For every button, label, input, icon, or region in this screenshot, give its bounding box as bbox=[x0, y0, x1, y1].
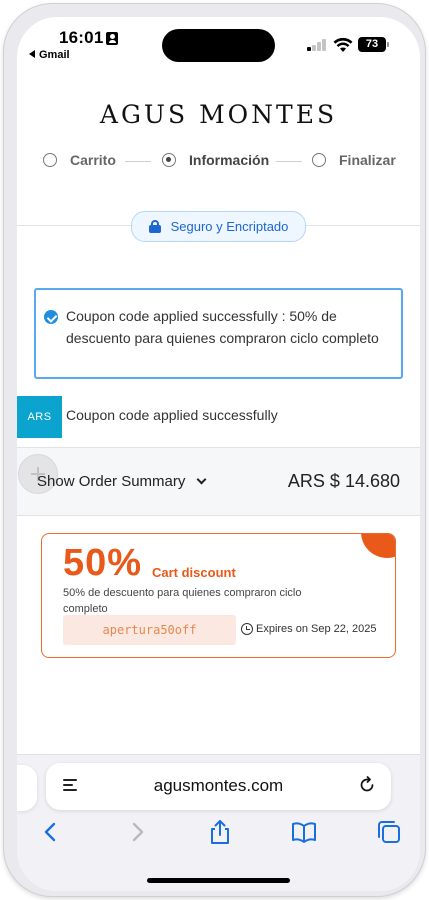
coupon-expiry-text: Expires on Sep 22, 2025 bbox=[256, 623, 377, 635]
step-carrito[interactable]: Carrito bbox=[43, 152, 116, 168]
radio-icon bbox=[43, 153, 57, 167]
radio-icon bbox=[312, 153, 326, 167]
step-finalizar: Finalizar bbox=[312, 152, 396, 168]
battery-indicator: 73 bbox=[358, 37, 389, 52]
reload-icon[interactable] bbox=[358, 776, 376, 794]
secure-badge-label: Seguro y Encriptado bbox=[170, 219, 289, 234]
coupon-card: 50% Cart discount 50% de descuento para … bbox=[41, 533, 396, 658]
address-bar[interactable]: agusmontes.com bbox=[46, 763, 391, 810]
dynamic-island bbox=[162, 29, 275, 62]
bookmarks-icon[interactable] bbox=[290, 818, 318, 846]
coupon-percent: 50% bbox=[63, 542, 143, 584]
url-text[interactable]: agusmontes.com bbox=[46, 776, 391, 796]
radio-selected-icon bbox=[162, 153, 176, 167]
step-label: Finalizar bbox=[339, 152, 396, 168]
order-summary-toggle[interactable]: Show Order Summary bbox=[37, 473, 207, 490]
order-summary-bar[interactable]: Show Order Summary ARS $ 14.680 bbox=[17, 447, 420, 516]
clock-icon bbox=[241, 623, 253, 635]
coupon-success-message: Coupon code applied successfully : 50% d… bbox=[66, 308, 379, 346]
back-to-app-link[interactable]: Gmail bbox=[29, 49, 70, 61]
order-summary-label: Show Order Summary bbox=[37, 473, 186, 490]
coupon-corner-decoration bbox=[361, 534, 395, 558]
cellular-signal-icon bbox=[307, 39, 327, 51]
currency-coupon-row: ARS Coupon code applied successfully bbox=[17, 396, 420, 438]
contact-card-icon bbox=[106, 32, 118, 45]
step-divider bbox=[125, 161, 151, 162]
coupon-code[interactable]: apertura50off bbox=[63, 615, 236, 645]
step-label: Carrito bbox=[70, 152, 116, 168]
step-divider bbox=[276, 161, 302, 162]
coupon-success-notice: Coupon code applied successfully : 50% d… bbox=[34, 288, 403, 379]
wifi-icon bbox=[333, 37, 353, 52]
tabs-icon[interactable] bbox=[375, 818, 403, 846]
checkout-stepper: Carrito Información Finalizar bbox=[17, 152, 420, 172]
status-bar: 16:01 Gmail 73 bbox=[17, 17, 420, 67]
step-informacion: Información bbox=[162, 152, 269, 168]
back-triangle-icon bbox=[29, 50, 35, 58]
currency-badge[interactable]: ARS bbox=[17, 396, 62, 438]
lock-icon bbox=[148, 220, 161, 233]
back-arrow-icon[interactable] bbox=[37, 818, 65, 846]
back-app-label: Gmail bbox=[39, 49, 70, 61]
forward-arrow-icon[interactable] bbox=[123, 818, 151, 846]
status-time: 16:01 bbox=[59, 28, 104, 47]
step-label: Información bbox=[189, 152, 270, 168]
browser-toolbar: agusmontes.com bbox=[17, 754, 420, 891]
screen: 16:01 Gmail 73 AGUS MONTES Carrito Infor… bbox=[17, 17, 420, 891]
share-icon[interactable] bbox=[206, 818, 234, 846]
brand-logo[interactable]: AGUS MONTES bbox=[17, 100, 420, 129]
coupon-description: 50% de descuento para quienes compraron … bbox=[63, 587, 302, 615]
currency-coupon-message: Coupon code applied successfully bbox=[66, 407, 278, 423]
home-indicator[interactable] bbox=[147, 878, 290, 883]
order-total: ARS $ 14.680 bbox=[287, 471, 400, 491]
check-circle-icon bbox=[44, 310, 58, 324]
phone-frame: 16:01 Gmail 73 AGUS MONTES Carrito Infor… bbox=[4, 4, 425, 896]
coupon-type-label: Cart discount bbox=[152, 565, 236, 580]
previous-tab-edge[interactable] bbox=[17, 765, 37, 811]
secure-badge: Seguro y Encriptado bbox=[131, 211, 306, 242]
chevron-down-icon bbox=[196, 474, 207, 485]
coupon-expiry: Expires on Sep 22, 2025 bbox=[241, 623, 376, 635]
